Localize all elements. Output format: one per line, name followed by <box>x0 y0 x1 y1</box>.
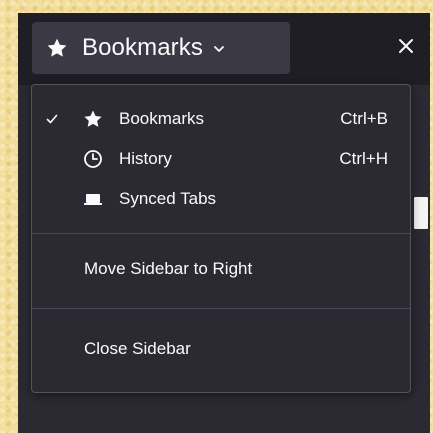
menu-item-label: Synced Tabs <box>119 189 217 208</box>
menu-item-shortcut: Ctrl+B <box>340 109 388 128</box>
menu-item-label: Move Sidebar to Right <box>84 259 253 278</box>
scrollbar-thumb[interactable] <box>414 197 428 229</box>
sidebar-title: Bookmarks <box>82 34 203 61</box>
menu-item-label: Bookmarks <box>119 109 205 128</box>
menu-separator <box>32 233 410 234</box>
menu-item-label: Close Sidebar <box>84 339 191 358</box>
menu-item-history[interactable]: History Ctrl+H <box>32 142 410 176</box>
menu-item-move-sidebar[interactable]: Move Sidebar to Right <box>32 252 410 286</box>
sidebar-header: Bookmarks <box>18 13 430 85</box>
synced-tabs-icon <box>84 194 102 205</box>
menu-item-shortcut: Ctrl+H <box>339 149 388 168</box>
close-icon <box>399 39 413 53</box>
menu-item-label: History <box>119 149 172 168</box>
menu-item-close-sidebar[interactable]: Close Sidebar <box>32 332 410 366</box>
star-icon <box>84 110 102 127</box>
menu-item-synced-tabs[interactable]: Synced Tabs <box>32 182 410 216</box>
sidebar-switcher-button[interactable]: Bookmarks <box>32 22 290 74</box>
menu-item-bookmarks[interactable]: Bookmarks Ctrl+B <box>32 102 410 136</box>
chevron-down-icon <box>214 46 224 52</box>
close-sidebar-button[interactable] <box>394 34 418 58</box>
sidebar-switcher-menu: Bookmarks Ctrl+B History Ctrl+H Synced T… <box>31 84 411 393</box>
star-icon <box>47 38 67 57</box>
clock-icon <box>84 150 102 168</box>
menu-separator <box>32 308 410 309</box>
checkmark-icon <box>46 114 58 124</box>
